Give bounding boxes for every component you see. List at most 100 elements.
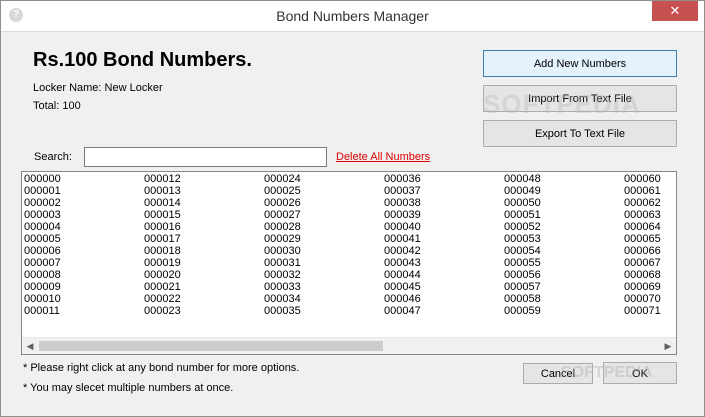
list-item[interactable]: 000020 [144, 269, 181, 281]
list-item[interactable]: 000025 [264, 185, 301, 197]
page-title: Rs.100 Bond Numbers. [33, 49, 252, 71]
list-item[interactable]: 000037 [384, 185, 421, 197]
list-item[interactable]: 000064 [624, 221, 661, 233]
bond-numbers-list[interactable]: 000000 000001 000002 000003 000004 00000… [21, 171, 677, 355]
list-column: 000036 000037 000038 000039 000040 00004… [384, 173, 421, 317]
list-item[interactable]: 000050 [504, 197, 541, 209]
search-label: Search: [34, 151, 72, 163]
dialog-window: ? Bond Numbers Manager ✕ Rs.100 Bond Num… [0, 0, 705, 417]
list-item[interactable]: 000062 [624, 197, 661, 209]
list-item[interactable]: 000045 [384, 281, 421, 293]
list-item[interactable]: 000024 [264, 173, 301, 185]
list-item[interactable]: 000006 [24, 245, 61, 257]
list-item[interactable]: 000055 [504, 257, 541, 269]
total-label: Total: 100 [33, 100, 81, 112]
list-item[interactable]: 000052 [504, 221, 541, 233]
list-item[interactable]: 000002 [24, 197, 61, 209]
list-item[interactable]: 000066 [624, 245, 661, 257]
list-item[interactable]: 000010 [24, 293, 61, 305]
list-item[interactable]: 000001 [24, 185, 61, 197]
list-item[interactable]: 000049 [504, 185, 541, 197]
list-item[interactable]: 000051 [504, 209, 541, 221]
list-item[interactable]: 000043 [384, 257, 421, 269]
scroll-left-arrow-icon[interactable]: ◀ [22, 338, 38, 354]
multi-select-hint: * You may slecet multiple numbers at onc… [23, 382, 234, 394]
list-item[interactable]: 000044 [384, 269, 421, 281]
list-item[interactable]: 000022 [144, 293, 181, 305]
list-item[interactable]: 000023 [144, 305, 181, 317]
add-new-numbers-button[interactable]: Add New Numbers [483, 50, 677, 77]
scroll-right-arrow-icon[interactable]: ▶ [660, 338, 676, 354]
list-item[interactable]: 000028 [264, 221, 301, 233]
list-item[interactable]: 000070 [624, 293, 661, 305]
list-item[interactable]: 000030 [264, 245, 301, 257]
list-item[interactable]: 000017 [144, 233, 181, 245]
list-item[interactable]: 000026 [264, 197, 301, 209]
list-item[interactable]: 000054 [504, 245, 541, 257]
list-item[interactable]: 000047 [384, 305, 421, 317]
list-item[interactable]: 000033 [264, 281, 301, 293]
list-item[interactable]: 000013 [144, 185, 181, 197]
list-item[interactable]: 000035 [264, 305, 301, 317]
list-item[interactable]: 000056 [504, 269, 541, 281]
close-icon: ✕ [669, 3, 681, 18]
ok-button[interactable]: OK [603, 362, 677, 384]
list-column: 000012 000013 000014 000015 000016 00001… [144, 173, 181, 317]
list-item[interactable]: 000046 [384, 293, 421, 305]
list-item[interactable]: 000061 [624, 185, 661, 197]
list-item[interactable]: 000040 [384, 221, 421, 233]
list-item[interactable]: 000016 [144, 221, 181, 233]
list-item[interactable]: 000012 [144, 173, 181, 185]
horizontal-scrollbar[interactable]: ◀ ▶ [22, 337, 676, 354]
list-item[interactable]: 000000 [24, 173, 61, 185]
list-item[interactable]: 000005 [24, 233, 61, 245]
list-item[interactable]: 000067 [624, 257, 661, 269]
list-item[interactable]: 000065 [624, 233, 661, 245]
list-item[interactable]: 000031 [264, 257, 301, 269]
list-item[interactable]: 000007 [24, 257, 61, 269]
list-item[interactable]: 000053 [504, 233, 541, 245]
list-column: 000000 000001 000002 000003 000004 00000… [24, 173, 61, 317]
list-item[interactable]: 000058 [504, 293, 541, 305]
list-columns: 000000 000001 000002 000003 000004 00000… [22, 172, 676, 338]
list-item[interactable]: 000011 [24, 305, 61, 317]
list-item[interactable]: 000057 [504, 281, 541, 293]
delete-all-numbers-link[interactable]: Delete All Numbers [336, 151, 430, 163]
list-item[interactable]: 000003 [24, 209, 61, 221]
list-item[interactable]: 000008 [24, 269, 61, 281]
list-item[interactable]: 000063 [624, 209, 661, 221]
list-item[interactable]: 000027 [264, 209, 301, 221]
list-column: 000024 000025 000026 000027 000028 00002… [264, 173, 301, 317]
list-column: 000060 000061 000062 000063 000064 00006… [624, 173, 661, 317]
list-item[interactable]: 000069 [624, 281, 661, 293]
close-button[interactable]: ✕ [652, 1, 698, 21]
list-item[interactable]: 000048 [504, 173, 541, 185]
list-item[interactable]: 000071 [624, 305, 661, 317]
locker-name-label: Locker Name: New Locker [33, 82, 163, 94]
list-item[interactable]: 000009 [24, 281, 61, 293]
list-item[interactable]: 000059 [504, 305, 541, 317]
list-item[interactable]: 000068 [624, 269, 661, 281]
window-title: Bond Numbers Manager [276, 8, 429, 24]
cancel-button[interactable]: Cancel [523, 363, 593, 384]
list-item[interactable]: 000029 [264, 233, 301, 245]
list-item[interactable]: 000038 [384, 197, 421, 209]
list-item[interactable]: 000014 [144, 197, 181, 209]
list-item[interactable]: 000018 [144, 245, 181, 257]
list-item[interactable]: 000032 [264, 269, 301, 281]
list-item[interactable]: 000060 [624, 173, 661, 185]
list-item[interactable]: 000039 [384, 209, 421, 221]
list-item[interactable]: 000021 [144, 281, 181, 293]
scrollbar-thumb[interactable] [39, 341, 383, 351]
title-bar: ? Bond Numbers Manager ✕ [1, 1, 704, 32]
list-item[interactable]: 000004 [24, 221, 61, 233]
list-item[interactable]: 000015 [144, 209, 181, 221]
list-item[interactable]: 000042 [384, 245, 421, 257]
import-from-text-file-button[interactable]: Import From Text File [483, 85, 677, 112]
list-item[interactable]: 000019 [144, 257, 181, 269]
export-to-text-file-button[interactable]: Export To Text File [483, 120, 677, 147]
list-item[interactable]: 000034 [264, 293, 301, 305]
list-item[interactable]: 000041 [384, 233, 421, 245]
search-input[interactable] [84, 147, 327, 167]
list-item[interactable]: 000036 [384, 173, 421, 185]
